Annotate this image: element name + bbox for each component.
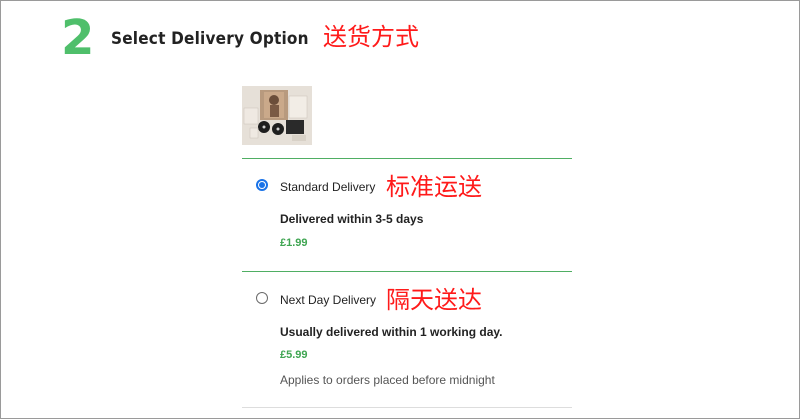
standard-delivery-annotation: 标准运送: [386, 173, 482, 201]
next-day-delivery-note: Applies to orders placed before midnight: [280, 373, 495, 387]
step-number: 2: [61, 10, 95, 66]
next-day-delivery-description: Usually delivered within 1 working day.: [280, 325, 503, 339]
standard-delivery-description: Delivered within 3-5 days: [280, 212, 424, 226]
standard-delivery-radio[interactable]: [256, 179, 268, 191]
next-day-delivery-annotation: 隔天送达: [386, 286, 482, 314]
divider: [242, 271, 572, 272]
standard-delivery-label[interactable]: Standard Delivery: [280, 180, 375, 194]
step-title: Select Delivery Option: [111, 29, 309, 49]
divider: [242, 407, 572, 408]
step-title-annotation: 送货方式: [323, 23, 419, 51]
next-day-delivery-radio[interactable]: [256, 292, 268, 304]
product-thumbnail: [242, 86, 312, 145]
next-day-delivery-price: £5.99: [280, 349, 308, 361]
divider: [242, 158, 572, 159]
next-day-delivery-label[interactable]: Next Day Delivery: [280, 293, 376, 307]
standard-delivery-price: £1.99: [280, 237, 308, 249]
